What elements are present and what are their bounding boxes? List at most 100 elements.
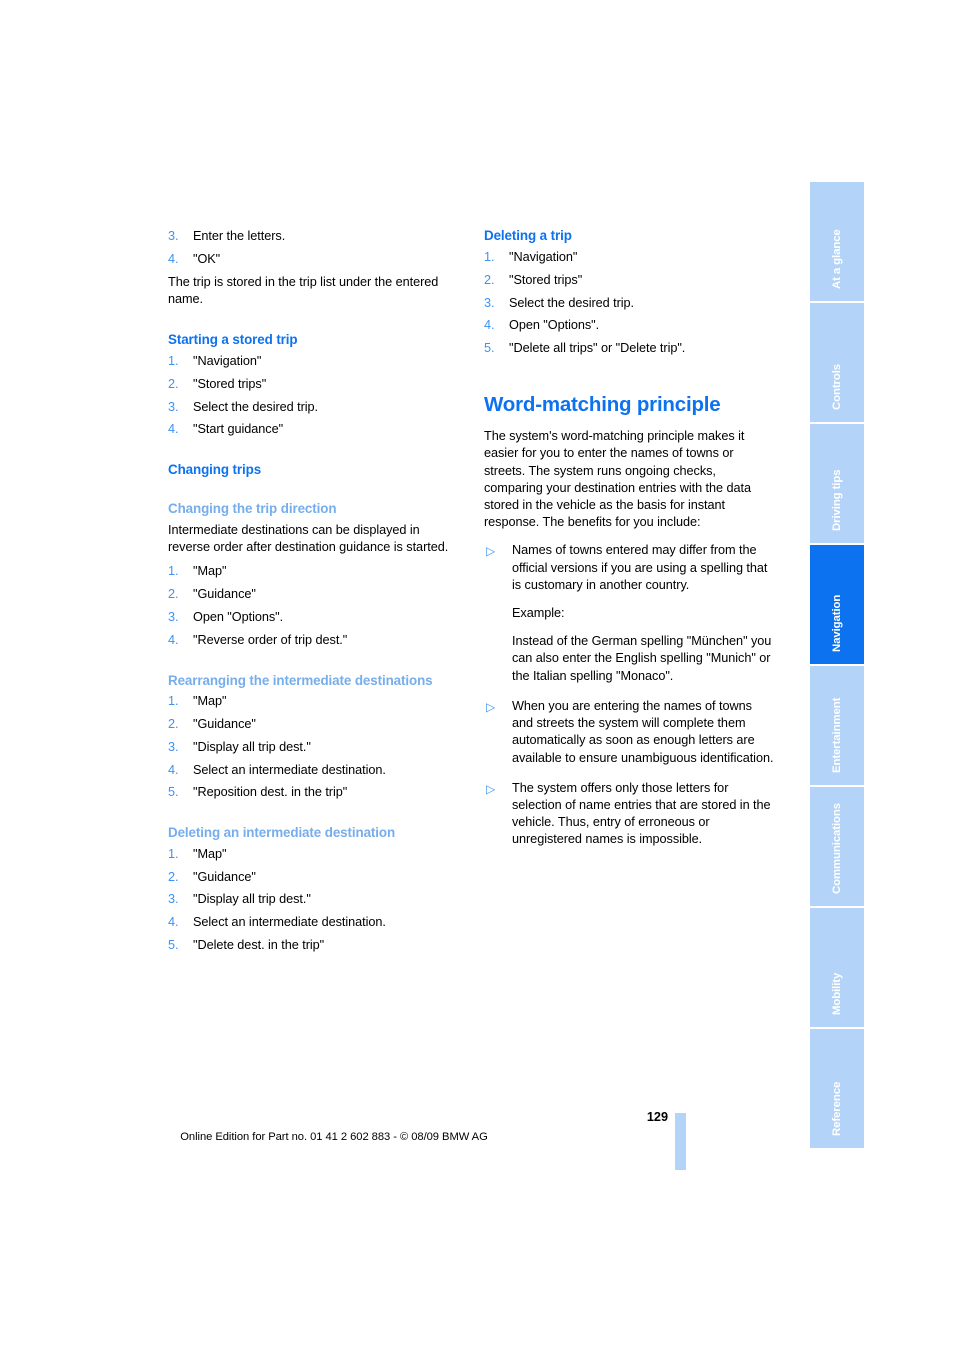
step-text: Open "Options". xyxy=(193,609,284,624)
list-item: ▷ The system offers only those letters f… xyxy=(484,780,774,849)
step-text: Open "Options". xyxy=(509,318,600,333)
bullet-text: Names of towns entered may differ from t… xyxy=(512,543,768,592)
tab-reference[interactable]: Reference xyxy=(810,1029,864,1148)
tab-label: Communications xyxy=(831,803,843,894)
heading-deleting-a-trip: Deleting a trip xyxy=(484,228,572,243)
step-text: "Stored trips" xyxy=(193,376,267,391)
list-item: 5. "Delete all trips" or "Delete trip". xyxy=(484,340,774,357)
step-text: "Stored trips" xyxy=(509,272,583,287)
page-number: 129 xyxy=(646,1110,668,1124)
step-text: "Map" xyxy=(193,694,227,709)
step-number: 1. xyxy=(168,694,179,709)
step-number: 4. xyxy=(168,422,179,437)
step-number: 3. xyxy=(168,892,179,907)
step-text: "Display all trip dest." xyxy=(193,892,311,907)
list-item: 4. "OK" xyxy=(168,251,458,268)
tab-navigation[interactable]: Navigation xyxy=(810,545,864,664)
list-item: ▷ Names of towns entered may differ from… xyxy=(484,542,774,684)
step-text: Select an intermediate destination. xyxy=(193,762,386,777)
page-title: Word-matching principle xyxy=(484,393,721,417)
tab-label: Mobility xyxy=(831,972,843,1015)
step-text: Enter the letters. xyxy=(193,229,286,243)
step-number: 4. xyxy=(484,318,495,333)
step-text: "Guidance" xyxy=(193,587,256,602)
heading-deleting-intermediate-destination: Deleting an intermediate destination xyxy=(168,825,396,841)
list-item: 2. "Stored trips" xyxy=(168,376,458,393)
step-text: Select the desired trip. xyxy=(509,295,635,310)
step-number: 2. xyxy=(168,716,179,731)
list-item: 1. "Map" xyxy=(168,563,458,580)
step-number: 5. xyxy=(168,785,179,800)
step-number: 4. xyxy=(168,251,179,266)
step-number: 3. xyxy=(168,229,179,243)
step-number: 3. xyxy=(168,739,179,754)
heading-starting-stored-trip: Starting a stored trip xyxy=(168,332,298,347)
step-text: "Guidance" xyxy=(193,716,256,731)
list-item: 3. Select the desired trip. xyxy=(168,399,458,416)
tab-label: Driving tips xyxy=(831,469,843,531)
bullet-text: The system offers only those letters for… xyxy=(512,780,771,847)
benefits-list: ▷ Names of towns entered may differ from… xyxy=(484,542,774,848)
step-text: "Guidance" xyxy=(193,869,256,884)
list-item: 2. "Guidance" xyxy=(168,716,458,733)
list-item: 1. "Navigation" xyxy=(168,353,458,370)
list-item: 4. Open "Options". xyxy=(484,317,774,334)
step-text: "Delete dest. in the trip" xyxy=(193,937,325,952)
step-number: 4. xyxy=(168,632,179,647)
list-item: 4. "Start guidance" xyxy=(168,421,458,438)
step-number: 2. xyxy=(168,869,179,884)
list-item: 5. "Reposition dest. in the trip" xyxy=(168,784,458,801)
list-item: 2. "Guidance" xyxy=(168,869,458,886)
manual-page: 3. Enter the letters. 4. "OK" The trip i… xyxy=(0,0,954,1350)
tab-entertainment[interactable]: Entertainment xyxy=(810,666,864,785)
step-number: 2. xyxy=(168,376,179,391)
step-text: "Map" xyxy=(193,564,227,579)
tab-label: Controls xyxy=(831,363,843,410)
footer-copyright: Online Edition for Part no. 01 41 2 602 … xyxy=(180,1131,488,1143)
bullet-text: When you are entering the names of towns… xyxy=(512,698,774,765)
tab-driving-tips[interactable]: Driving tips xyxy=(810,424,864,543)
tab-mobility[interactable]: Mobility xyxy=(810,908,864,1027)
list-item: 2. "Stored trips" xyxy=(484,272,774,289)
footer-accent-bar xyxy=(675,1113,686,1170)
tab-controls[interactable]: Controls xyxy=(810,303,864,422)
tab-at-a-glance[interactable]: At a glance xyxy=(810,182,864,301)
step-number: 3. xyxy=(168,399,179,414)
triangle-right-icon: ▷ xyxy=(486,699,496,714)
continued-paragraph: The trip is stored in the trip list unde… xyxy=(168,274,439,306)
step-text: "Navigation" xyxy=(193,354,262,369)
step-number: 4. xyxy=(168,762,179,777)
word-matching-intro: The system's word-matching principle mak… xyxy=(484,429,752,530)
list-item: 3. Open "Options". xyxy=(168,609,458,626)
list-item: 1. "Map" xyxy=(168,693,458,710)
list-item: ▷ When you are entering the names of tow… xyxy=(484,698,774,767)
step-number: 3. xyxy=(168,609,179,624)
left-column: 3. Enter the letters. 4. "OK" The trip i… xyxy=(168,228,458,960)
changing-direction-steps: 1. "Map" 2. "Guidance" 3. Open "Options"… xyxy=(168,563,458,649)
changing-direction-paragraph: Intermediate destinations can be display… xyxy=(168,522,449,555)
list-item: 4. "Reverse order of trip dest." xyxy=(168,632,458,649)
step-number: 1. xyxy=(168,846,179,861)
list-item: 3. "Display all trip dest." xyxy=(168,891,458,908)
list-item: 1. "Map" xyxy=(168,846,458,863)
list-item: 5. "Delete dest. in the trip" xyxy=(168,937,458,954)
step-text: "Display all trip dest." xyxy=(193,739,311,754)
step-text: "Map" xyxy=(193,846,227,861)
list-item: 2. "Guidance" xyxy=(168,586,458,603)
list-item: 4. Select an intermediate destination. xyxy=(168,914,458,931)
list-item: 3. "Display all trip dest." xyxy=(168,739,458,756)
step-number: 1. xyxy=(168,354,179,369)
step-text: "Reverse order of trip dest." xyxy=(193,632,348,647)
step-text: Select the desired trip. xyxy=(193,399,319,414)
step-text: "Navigation" xyxy=(509,250,578,265)
tab-communications[interactable]: Communications xyxy=(810,787,864,906)
step-number: 2. xyxy=(484,272,495,287)
tab-label: Navigation xyxy=(831,594,843,652)
step-text: "Start guidance" xyxy=(193,422,284,437)
step-number: 2. xyxy=(168,587,179,602)
step-number: 5. xyxy=(484,341,495,356)
list-item: 3. Select the desired trip. xyxy=(484,295,774,312)
list-item: 3. Enter the letters. xyxy=(168,228,458,245)
example-label: Example: xyxy=(512,606,565,621)
tab-label: Entertainment xyxy=(831,697,843,773)
